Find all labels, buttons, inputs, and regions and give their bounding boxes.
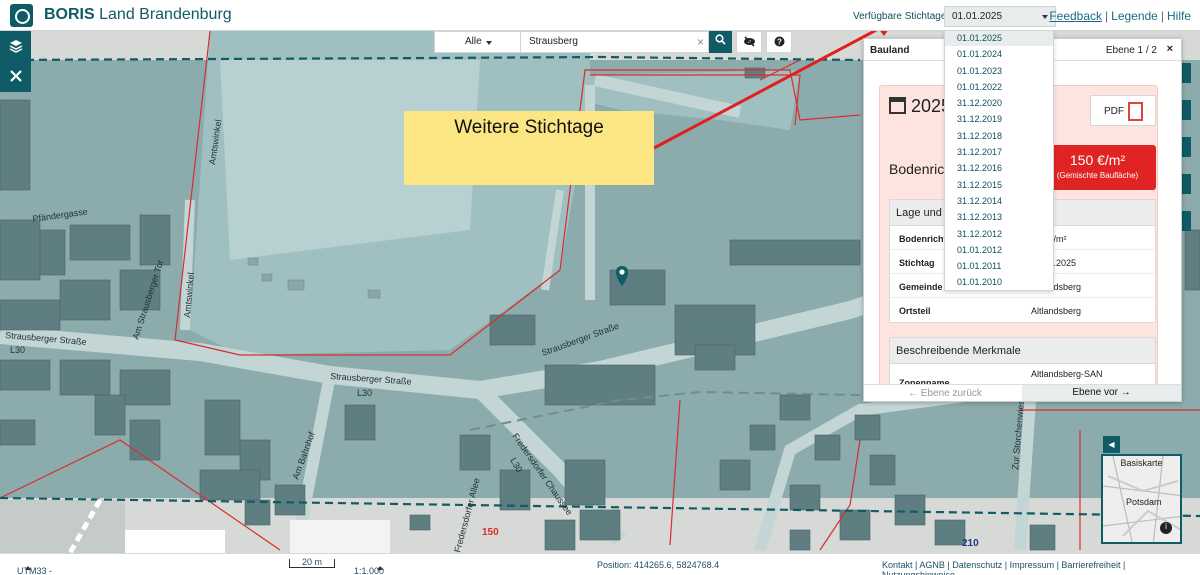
visibility-toggle-button[interactable]: [736, 31, 762, 53]
separator: |: [1160, 9, 1164, 23]
search-input-value: Strausberg: [529, 36, 578, 47]
eye-slash-icon: [743, 36, 755, 47]
stichtag-option[interactable]: 31.12.2013: [945, 209, 1053, 225]
layers-icon[interactable]: [0, 31, 31, 61]
minimap-toggle-button[interactable]: ◀: [1103, 436, 1120, 453]
table-row: Ortsteil Altlandsberg: [890, 298, 1155, 322]
map-tool-button[interactable]: [1182, 63, 1191, 83]
price-badge: 150 €/m² (Gemischte Baufläche): [1039, 145, 1156, 190]
stichtag-select[interactable]: 01.01.2025: [944, 6, 1056, 27]
calendar-icon: [889, 97, 906, 114]
year-heading: 2025: [889, 96, 951, 117]
caret-left-icon: ◀: [1108, 440, 1115, 449]
stichtag-option[interactable]: 31.12.2020: [945, 95, 1053, 111]
clear-icon[interactable]: ×: [697, 35, 704, 49]
search-button[interactable]: [709, 31, 732, 53]
app-title: BORIS Land Brandenburg: [44, 6, 232, 24]
boris-logo-icon[interactable]: [10, 4, 33, 27]
annotation-callout: Weitere Stichtage: [404, 111, 654, 185]
stichtag-option[interactable]: 01.01.2025: [945, 30, 1053, 47]
stichtag-option[interactable]: 31.12.2019: [945, 111, 1053, 127]
minimap[interactable]: Basiskarte Potsdam i: [1101, 454, 1182, 544]
table-row: Zonenname Altlandsberg-SAN: [890, 364, 1155, 385]
help-button[interactable]: ?: [766, 31, 792, 53]
chevron-down-icon: [1042, 15, 1048, 19]
chevron-up-icon: [25, 566, 31, 570]
map-tool-button[interactable]: [1182, 137, 1191, 157]
stichtag-value: 01.01.2025: [952, 11, 1003, 22]
tools-icon[interactable]: [0, 61, 31, 91]
svg-text:?: ?: [777, 38, 782, 47]
row-value: Altlandsberg: [1031, 306, 1082, 316]
row-key: Stichtag: [899, 258, 935, 268]
zone-label-210: 210: [962, 538, 979, 549]
ebene-indicator: Ebene 1 / 2: [1105, 45, 1157, 56]
status-footer: UTM33 - EPSG:25833 20 m 1:1.000 Position…: [0, 553, 1200, 575]
search-icon: [715, 34, 726, 45]
stichtag-option[interactable]: 01.01.2010: [945, 274, 1053, 290]
stichtag-option[interactable]: 31.12.2015: [945, 177, 1053, 193]
left-toolbar: [0, 31, 31, 92]
app-header: BORIS Land Brandenburg Verfügbare Sticht…: [0, 0, 1200, 31]
stichtag-option[interactable]: 31.12.2014: [945, 193, 1053, 209]
search-bar: Alle Strausberg × ?: [434, 31, 792, 53]
search-input[interactable]: Strausberg ×: [521, 31, 709, 53]
ebene-next-button[interactable]: Ebene vor →: [1022, 385, 1181, 401]
price-value: 150 €/m²: [1069, 152, 1126, 168]
road-label-l30-2: L30: [357, 388, 372, 398]
row-key: Gemeinde: [899, 282, 943, 292]
stichtag-option[interactable]: 31.12.2018: [945, 128, 1053, 144]
minimap-city-label: Potsdam: [1126, 497, 1162, 507]
cursor-position: Position: 414265.6, 5824768.4: [597, 560, 720, 570]
scale-bar: 20 m: [289, 558, 335, 568]
map-tool-button[interactable]: [1182, 211, 1191, 231]
pdf-label: PDF: [1104, 106, 1124, 117]
map-tool-button[interactable]: [1182, 174, 1191, 194]
feedback-link[interactable]: Feedback: [1049, 9, 1102, 23]
header-links: Feedback | Legende | Hilfe: [1049, 9, 1191, 23]
stichtag-option[interactable]: 01.01.2012: [945, 242, 1053, 258]
stichtag-label: Verfügbare Stichtage:: [853, 11, 950, 22]
footer-links[interactable]: Kontakt | AGNB | Datenschutz | Impressum…: [882, 560, 1200, 575]
pdf-icon: [1128, 102, 1143, 121]
search-category-value: Alle: [465, 36, 482, 47]
stichtag-option[interactable]: 01.01.2023: [945, 63, 1053, 79]
close-icon[interactable]: ×: [1167, 43, 1173, 55]
stichtag-option[interactable]: 31.12.2017: [945, 144, 1053, 160]
ebene-back-button[interactable]: ← Ebene zurück: [908, 388, 982, 399]
arrow-right-icon: →: [1120, 387, 1131, 398]
stichtag-dropdown[interactable]: 01.01.2025 01.01.2024 01.01.2023 01.01.2…: [944, 29, 1054, 291]
zone-label-150: 150: [482, 527, 499, 538]
right-toolbar: [1182, 63, 1191, 273]
stichtag-option[interactable]: 31.12.2016: [945, 160, 1053, 176]
info-icon[interactable]: i: [1160, 522, 1172, 534]
separator: |: [1105, 9, 1109, 23]
hilfe-link[interactable]: Hilfe: [1167, 9, 1191, 23]
stichtag-option[interactable]: 01.01.2011: [945, 258, 1053, 274]
price-subtitle: (Gemischte Baufläche): [1056, 171, 1139, 180]
stichtag-option[interactable]: 01.01.2024: [945, 46, 1053, 62]
chevron-down-icon: [486, 41, 492, 45]
panel-title: Bauland: [870, 45, 910, 56]
question-icon: ?: [774, 36, 784, 47]
row-key: Ortsteil: [899, 306, 931, 316]
stichtag-option[interactable]: 31.12.2012: [945, 226, 1053, 242]
chevron-up-icon: [377, 566, 383, 570]
search-category-select[interactable]: Alle: [434, 31, 521, 53]
beschreibende-merkmale-section: Beschreibende Merkmale Zonenname Altlands…: [889, 337, 1156, 385]
brand-bold: BORIS: [44, 6, 95, 23]
row-value: Altlandsberg-SAN: [1031, 369, 1103, 379]
brand-rest: Land Brandenburg: [94, 6, 232, 23]
app-window: { "header": { "brand_bold": "BORIS", "br…: [0, 0, 1200, 575]
pdf-button[interactable]: PDF: [1090, 95, 1156, 126]
map-tool-button[interactable]: [1182, 100, 1191, 120]
section-header: Beschreibende Merkmale: [890, 338, 1155, 364]
stichtag-option[interactable]: 01.01.2022: [945, 79, 1053, 95]
road-label-l30-1: L30: [10, 345, 25, 355]
ebene-back-label: Ebene zurück: [920, 388, 982, 399]
minimap-title: Basiskarte: [1120, 458, 1163, 468]
panel-footer: ← Ebene zurück Ebene vor →: [864, 384, 1181, 401]
ebene-next-label: Ebene vor: [1072, 387, 1118, 398]
legende-link[interactable]: Legende: [1111, 9, 1158, 23]
